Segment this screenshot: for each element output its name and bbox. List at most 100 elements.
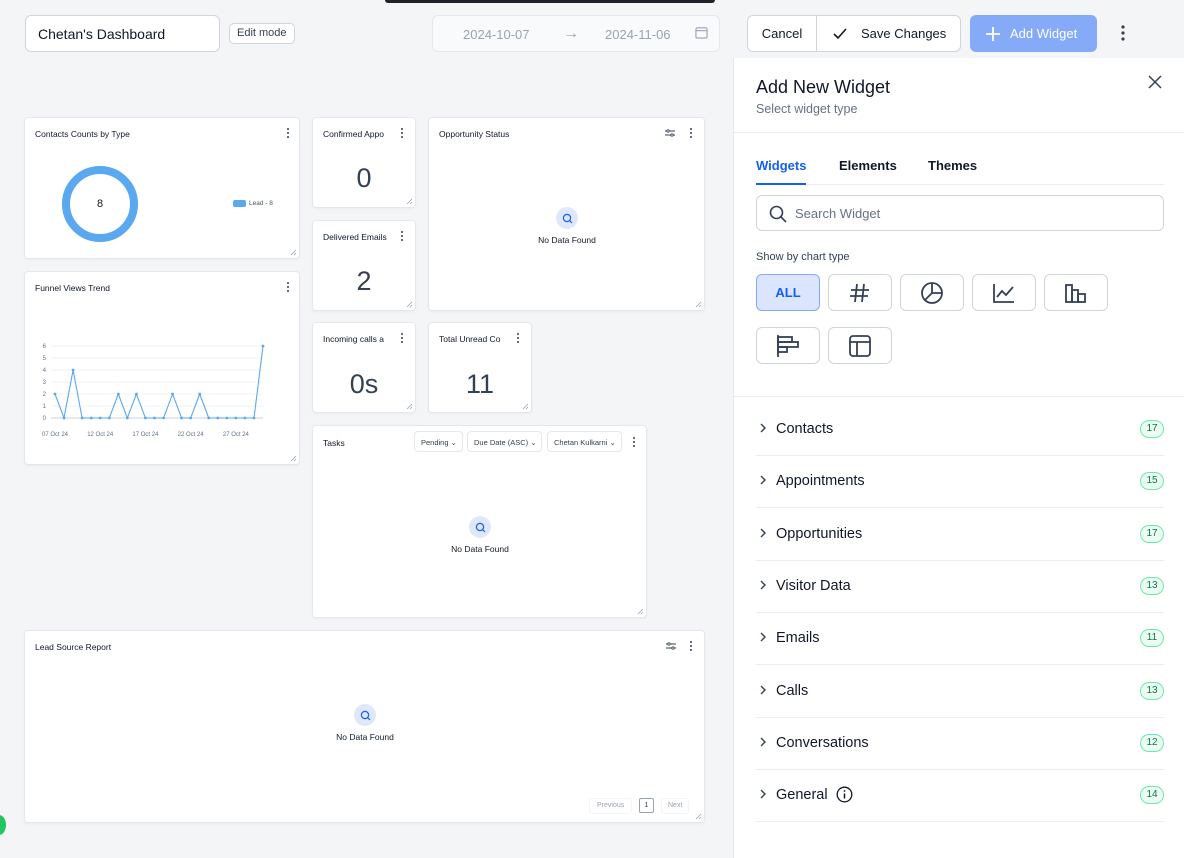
- cancel-button[interactable]: Cancel: [748, 16, 817, 51]
- category-visitor-data[interactable]: Visitor Data 13: [756, 561, 1164, 613]
- legend-label: Lead - 8: [249, 200, 273, 207]
- widget-menu-icon[interactable]: [631, 436, 637, 448]
- resize-handle-icon[interactable]: [406, 301, 413, 308]
- category-conversations[interactable]: Conversations 12: [756, 718, 1164, 770]
- dashboard-name-input[interactable]: Chetan's Dashboard: [25, 15, 220, 52]
- resize-handle-icon[interactable]: [695, 813, 702, 820]
- chart-type-table[interactable]: [828, 327, 892, 364]
- x-tick-label: 17 Oct 24: [132, 432, 159, 438]
- category-general[interactable]: General 14: [756, 770, 1164, 823]
- category-count-badge: 13: [1140, 576, 1164, 595]
- add-widget-button[interactable]: Add Widget: [970, 15, 1097, 52]
- x-tick-label: 07 Oct 24: [42, 432, 69, 438]
- widget-menu-icon[interactable]: [285, 127, 291, 139]
- widget-title: Delivered Emails: [323, 232, 387, 242]
- add-widget-label: Add Widget: [1010, 26, 1078, 41]
- widget-menu-icon[interactable]: [515, 332, 521, 344]
- more-options-icon[interactable]: [1116, 23, 1130, 43]
- pagination-previous[interactable]: Previous: [589, 798, 633, 814]
- chart-type-all[interactable]: ALL: [756, 274, 820, 311]
- widget-confirmed-appointments[interactable]: Confirmed Appo 0: [312, 117, 416, 208]
- data-point: [243, 416, 247, 420]
- widget-contacts-by-type[interactable]: Contacts Counts by Type 8 Lead - 8: [24, 117, 300, 259]
- widget-title: Confirmed Appo: [323, 129, 384, 139]
- filter-label: Due Date (ASC): [474, 438, 529, 447]
- tab-elements[interactable]: Elements: [839, 158, 897, 173]
- chart-type-pie[interactable]: [900, 274, 964, 311]
- info-icon[interactable]: [836, 786, 853, 803]
- pagination-page[interactable]: 1: [639, 798, 654, 813]
- chart-type-line[interactable]: [972, 274, 1036, 311]
- widget-lead-source-report[interactable]: Lead Source Report No Data Found Previou…: [24, 630, 705, 823]
- data-point: [62, 416, 66, 420]
- date-end[interactable]: 2024-11-06: [605, 27, 671, 42]
- filter-icon[interactable]: [665, 129, 675, 137]
- resize-handle-icon[interactable]: [290, 455, 297, 462]
- filter-label: Chetan Kulkarni: [554, 438, 608, 447]
- calendar-icon[interactable]: [695, 26, 708, 39]
- pagination-next[interactable]: Next: [661, 798, 690, 814]
- task-sort-filter[interactable]: Due Date (ASC) ⌄: [467, 431, 542, 452]
- widget-delivered-emails[interactable]: Delivered Emails 2: [312, 220, 416, 311]
- widget-menu-icon[interactable]: [688, 127, 694, 139]
- widget-tasks[interactable]: Tasks No Data Found: [312, 425, 647, 618]
- y-tick-label: 5: [43, 356, 47, 362]
- category-count-badge: 17: [1140, 420, 1164, 438]
- check-icon: [833, 27, 847, 39]
- chart-type-number[interactable]: [828, 274, 892, 311]
- resize-handle-icon[interactable]: [695, 301, 702, 308]
- resize-handle-icon[interactable]: [406, 403, 413, 410]
- arrow-right-icon: →: [563, 25, 579, 42]
- close-icon[interactable]: [1148, 75, 1162, 89]
- widget-menu-icon[interactable]: [399, 127, 405, 139]
- category-opportunities[interactable]: Opportunities 17: [756, 509, 1164, 561]
- data-point: [144, 416, 147, 420]
- task-status-filter[interactable]: Pending ⌄: [414, 431, 463, 452]
- donut-total: 8: [96, 198, 104, 210]
- filter-icon[interactable]: [666, 642, 676, 650]
- help-widget-bubble[interactable]: [0, 815, 6, 835]
- legend-item[interactable]: Lead - 8: [233, 200, 273, 207]
- date-range-picker[interactable]: 2024-10-07 → 2024-11-06: [432, 15, 720, 52]
- bar-icon: [1065, 283, 1086, 303]
- widget-value: 0: [356, 163, 372, 193]
- data-point: [189, 416, 193, 420]
- y-tick-label: 0: [43, 416, 47, 422]
- widget-menu-icon[interactable]: [399, 332, 405, 344]
- category-calls[interactable]: Calls 13: [756, 666, 1164, 718]
- resize-handle-icon[interactable]: [522, 403, 529, 410]
- widget-opportunity-status[interactable]: Opportunity Status No Data Found: [428, 117, 705, 311]
- x-tick-label: 12 Oct 24: [87, 432, 114, 438]
- resize-handle-icon[interactable]: [406, 198, 413, 205]
- search-icon: [769, 205, 787, 223]
- chart-type-bar[interactable]: [1044, 274, 1108, 311]
- save-changes-button[interactable]: Save Changes: [817, 16, 960, 51]
- data-point: [134, 392, 138, 396]
- resize-handle-icon[interactable]: [637, 608, 644, 615]
- widget-title: Contacts Counts by Type: [35, 129, 130, 139]
- data-point: [153, 416, 156, 420]
- search-placeholder: Search Widget: [795, 206, 881, 221]
- tab-themes[interactable]: Themes: [928, 158, 977, 173]
- category-emails[interactable]: Emails 11: [756, 613, 1164, 666]
- search-widget-input[interactable]: Search Widget: [756, 195, 1164, 231]
- panel-title: Add New Widget: [756, 77, 891, 97]
- widget-menu-icon[interactable]: [399, 230, 405, 242]
- task-user-filter[interactable]: Chetan Kulkarni ⌄: [547, 431, 622, 452]
- chevron-right-icon: [760, 528, 766, 538]
- category-contacts[interactable]: Contacts 17: [756, 404, 1164, 456]
- tab-widgets[interactable]: Widgets: [756, 158, 807, 185]
- y-tick-label: 4: [43, 368, 47, 374]
- chevron-right-icon: [760, 737, 766, 747]
- widget-total-unread[interactable]: Total Unread Co 11: [428, 322, 532, 413]
- window-top-handle: [385, 0, 715, 3]
- widget-funnel-views-trend[interactable]: Funnel Views Trend 0 1 2 3 4 5 6 07 Oct 24 12 Oc…: [24, 271, 300, 465]
- category-appointments[interactable]: Appointments 15: [756, 456, 1164, 509]
- search-icon: [469, 516, 491, 538]
- widget-incoming-calls[interactable]: Incoming calls a 0s: [312, 322, 416, 413]
- chevron-right-icon: [760, 685, 766, 694]
- chart-type-horizontal-bar[interactable]: [756, 327, 820, 364]
- widget-menu-icon[interactable]: [688, 640, 694, 652]
- resize-handle-icon[interactable]: [290, 249, 297, 256]
- date-start[interactable]: 2024-10-07: [463, 27, 530, 42]
